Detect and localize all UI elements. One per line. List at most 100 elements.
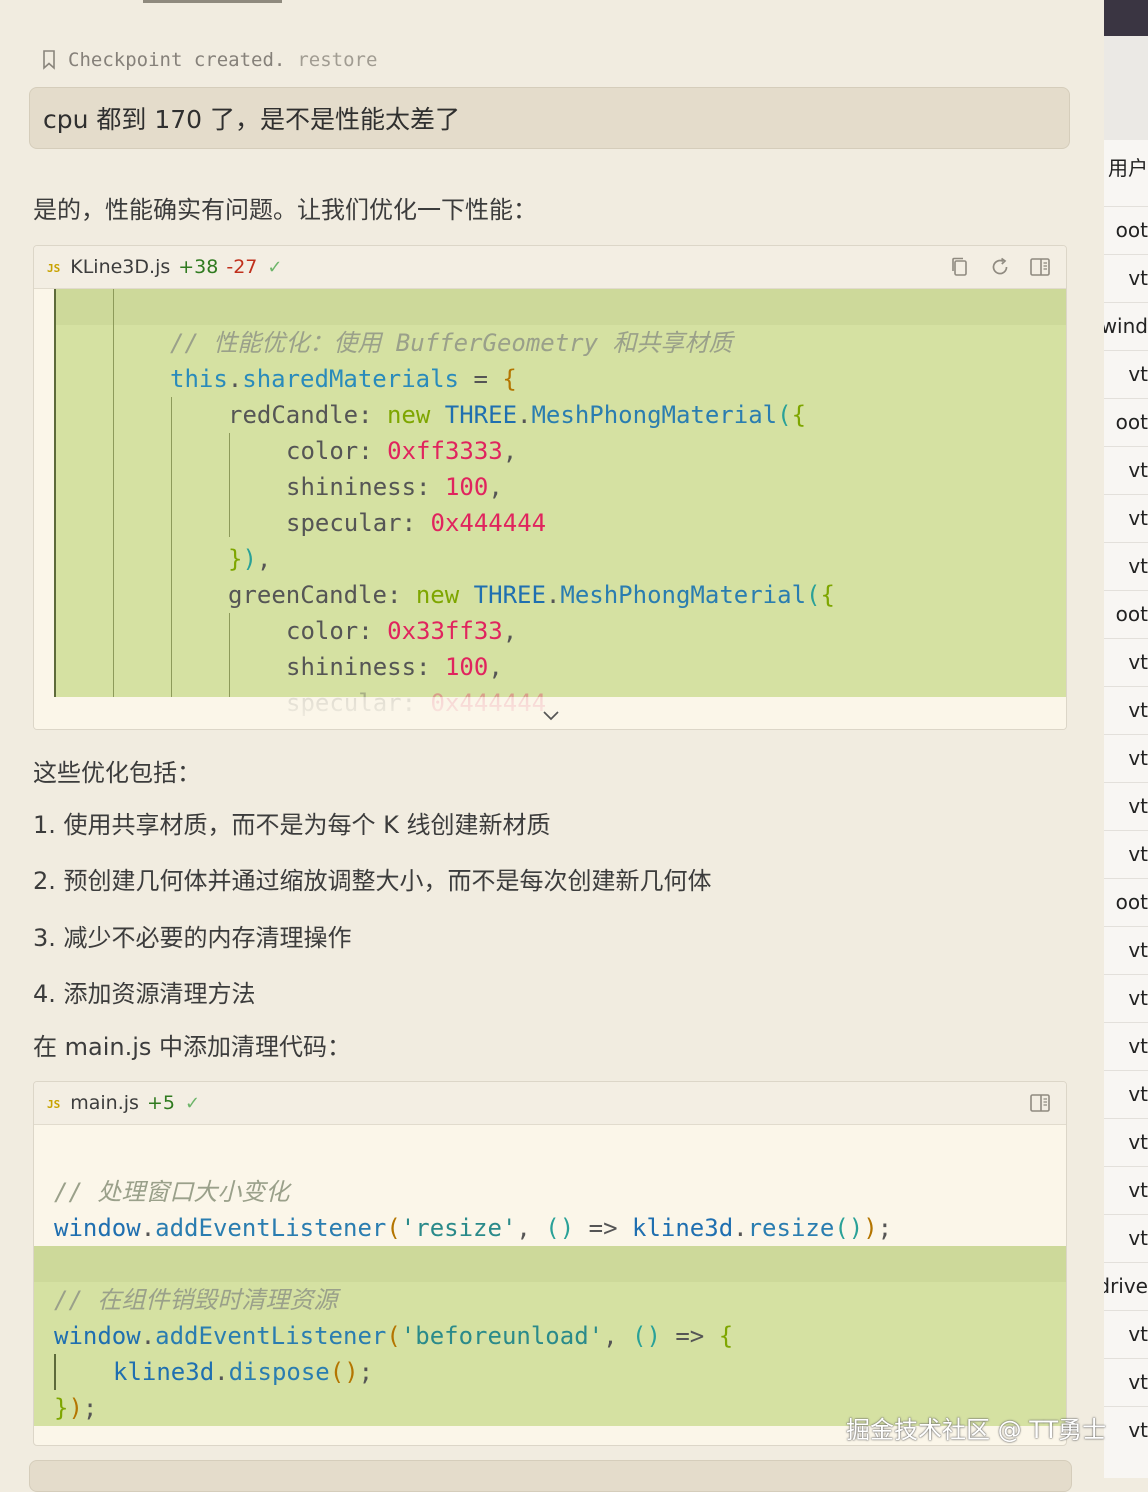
sidebar-divider [1104, 782, 1148, 783]
sidebar-item-label: oot [1115, 890, 1148, 914]
divider [143, 0, 282, 3]
sidebar-divider [1104, 494, 1148, 495]
sidebar-divider [1104, 878, 1148, 879]
sidebar-item-label: vt [1128, 698, 1148, 722]
file-name[interactable]: KLine3D.js [70, 256, 170, 278]
sidebar-divider [1104, 254, 1148, 255]
main-js-intro: 在 main.js 中添加清理代码： [33, 1033, 352, 1061]
optimization-item: 3. 减少不必要的内存清理操作 [33, 924, 352, 952]
lines-added: +38 [178, 256, 219, 278]
expand-chevron-icon[interactable] [540, 707, 562, 723]
code-line: color: 0xff3333, [286, 437, 518, 465]
code-editor[interactable]: // 性能优化：使用 BufferGeometry 和共享材质 this.sha… [34, 289, 1066, 729]
sidebar-item[interactable]: drive [1104, 1271, 1148, 1301]
sidebar-divider [1104, 206, 1148, 207]
sidebar-item[interactable]: vt [1104, 695, 1148, 725]
sidebar-item[interactable]: vt [1104, 1319, 1148, 1349]
restore-link[interactable]: restore [297, 49, 377, 71]
sidebar-divider [1104, 1310, 1148, 1311]
sidebar-item[interactable]: vt [1104, 839, 1148, 869]
sidebar-item-label: vt [1128, 794, 1148, 818]
sidebar-item[interactable]: vt [1104, 791, 1148, 821]
sidebar-item[interactable]: vt [1104, 1175, 1148, 1205]
next-message-box [29, 1460, 1072, 1492]
code-line: shininess: 100, [286, 473, 503, 501]
sidebar-divider [1104, 542, 1148, 543]
sidebar-item-label: vt [1128, 1082, 1148, 1106]
code-editor[interactable]: // 处理窗口大小变化 window.addEventListener('res… [34, 1125, 1066, 1445]
sidebar-item[interactable]: oot [1104, 215, 1148, 245]
sidebar-item-label: oot [1115, 410, 1148, 434]
user-message[interactable]: cpu 都到 170 了，是不是性能太差了 [29, 87, 1070, 149]
code-line: specular: 0x444444 [286, 509, 547, 537]
sidebar-divider [1104, 398, 1148, 399]
sidebar-item-label: vt [1128, 1130, 1148, 1154]
sidebar-divider [1104, 1118, 1148, 1119]
sidebar-divider [1104, 734, 1148, 735]
optimization-item: 1. 使用共享材质，而不是为每个 K 线创建新材质 [33, 811, 551, 839]
sidebar-item[interactable]: vt [1104, 455, 1148, 485]
sidebar-divider [1104, 1022, 1148, 1023]
applied-check-icon: ✓ [267, 256, 283, 278]
sidebar-item-label: vt [1128, 458, 1148, 482]
sidebar-item-label: vt [1128, 1370, 1148, 1394]
js-file-icon: JS [47, 1097, 61, 1111]
sidebar-item-label: wind [1104, 314, 1148, 338]
sidebar-item[interactable]: vt [1104, 1079, 1148, 1109]
sidebar-item[interactable]: vt [1104, 263, 1148, 293]
chat-panel: Checkpoint created. restore cpu 都到 170 了… [0, 0, 1104, 1492]
sidebar-item[interactable]: oot [1104, 407, 1148, 437]
sidebar-item-label: vt [1128, 842, 1148, 866]
code-line: // 在组件销毁时清理资源 [54, 1286, 338, 1314]
sidebar-item[interactable]: 用户 [1104, 153, 1148, 183]
sidebar-item[interactable]: wind [1104, 311, 1148, 341]
sidebar-item[interactable]: vt [1104, 503, 1148, 533]
code-line: // 性能优化：使用 BufferGeometry 和共享材质 [170, 329, 733, 357]
sidebar-item-label: 用户 [1108, 156, 1148, 180]
reply-intro: 是的，性能确实有问题。让我们优化一下性能： [33, 196, 537, 224]
sidebar-divider [1104, 1262, 1148, 1263]
sidebar-item-label: vt [1128, 1178, 1148, 1202]
code-block-kline3d: JS KLine3D.js +38 -27 ✓ // 性能优化：使用 Buffe… [33, 245, 1067, 730]
sidebar-item-label: oot [1115, 218, 1148, 242]
sidebar-item-label: vt [1128, 1418, 1148, 1442]
sidebar-item[interactable]: vt [1104, 359, 1148, 389]
sidebar-item[interactable]: vt [1104, 1127, 1148, 1157]
sidebar-item[interactable]: vt [1104, 1031, 1148, 1061]
sidebar-divider [1104, 590, 1148, 591]
sidebar-item[interactable]: vt [1104, 647, 1148, 677]
optimization-item: 2. 预创建几何体并通过缩放调整大小，而不是每次创建新几何体 [33, 867, 712, 895]
checkpoint-text: Checkpoint created. [68, 49, 286, 71]
copy-icon[interactable] [948, 255, 972, 279]
refresh-icon[interactable] [988, 255, 1012, 279]
code-block-header: JS KLine3D.js +38 -27 ✓ [34, 246, 1066, 289]
sidebar-item[interactable]: vt [1104, 983, 1148, 1013]
sidebar-item-label: vt [1128, 266, 1148, 290]
sidebar-divider [1104, 830, 1148, 831]
sidebar-item[interactable]: oot [1104, 599, 1148, 629]
sidebar-item[interactable]: vt [1104, 935, 1148, 965]
sidebar-item[interactable]: vt [1104, 1223, 1148, 1253]
sidebar-divider [1104, 974, 1148, 975]
sidebar-divider [1104, 1166, 1148, 1167]
panel-icon[interactable] [1028, 1091, 1052, 1115]
sidebar-divider [1104, 638, 1148, 639]
file-name[interactable]: main.js [70, 1092, 139, 1114]
sidebar-item-label: vt [1128, 506, 1148, 530]
sidebar-item[interactable]: vt [1104, 551, 1148, 581]
sidebar-item[interactable]: vt [1104, 1415, 1148, 1445]
sidebar-item-label: drive [1104, 1274, 1148, 1298]
sidebar-item[interactable]: vt [1104, 1367, 1148, 1397]
optimizations-heading: 这些优化包括： [33, 759, 201, 787]
checkpoint-row: Checkpoint created. restore [42, 46, 377, 74]
sidebar-divider [1104, 302, 1148, 303]
bookmark-icon [43, 50, 55, 70]
sidebar-item[interactable]: oot [1104, 887, 1148, 917]
code-line: color: 0x33ff33, [286, 617, 518, 645]
code-line: window.addEventListener('resize', () => … [54, 1214, 893, 1242]
sidebar-divider [1104, 446, 1148, 447]
sidebar-item-label: vt [1128, 986, 1148, 1010]
sidebar-item-label: vt [1128, 1034, 1148, 1058]
panel-icon[interactable] [1028, 255, 1052, 279]
sidebar-item[interactable]: vt [1104, 743, 1148, 773]
